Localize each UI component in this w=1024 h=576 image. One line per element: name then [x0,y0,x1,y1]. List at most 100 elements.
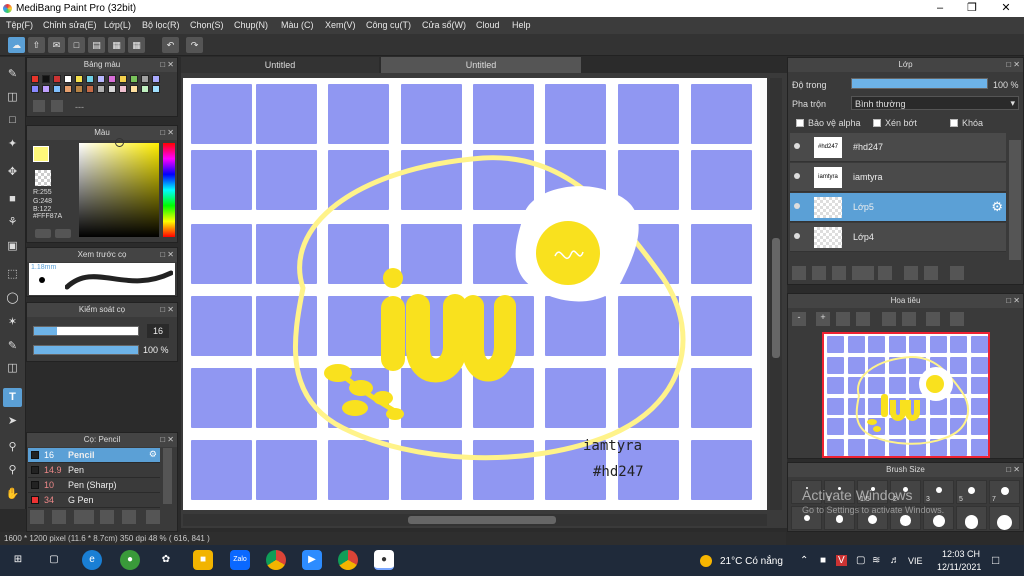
language-indicator[interactable]: VIE [908,556,923,566]
menu-select[interactable]: Chọn(S) [190,20,224,30]
eyedropper-tool-icon-2[interactable]: ⚲ [3,461,22,480]
brush-size-slider[interactable] [33,326,139,336]
page-icon[interactable]: □ [68,37,85,53]
wifi-icon[interactable]: ≋ [872,555,880,566]
palette-swatch[interactable] [31,85,39,93]
app-icon-green[interactable]: ● [120,550,140,570]
panel-close-icon[interactable]: □ ✕ [160,433,174,447]
document-icon[interactable]: ▤ [88,37,105,53]
clipping-checkbox[interactable] [873,119,881,127]
operation-tool-icon[interactable]: ➤ [3,412,22,431]
panel-close-icon[interactable]: □ ✕ [160,248,174,262]
color-saturation-box[interactable] [79,143,159,237]
palette-swatch[interactable] [152,75,160,83]
tray-display-icon[interactable]: ▢ [856,555,865,566]
brush-list-item[interactable]: 16 Pencil ⚙ [28,448,160,463]
fill-rect-tool-icon[interactable]: ■ [3,190,22,209]
palette-swatch[interactable] [86,85,94,93]
file-explorer-icon[interactable]: ■ [193,550,213,570]
layer-list-scrollbar[interactable] [1009,140,1021,260]
visibility-icon[interactable] [794,203,800,209]
brush-size-option[interactable]: 7 [989,480,1020,504]
rotate-left-icon[interactable] [882,312,896,326]
palette-swatch[interactable] [97,75,105,83]
palette-swatch[interactable] [141,85,149,93]
visibility-icon[interactable] [794,143,800,149]
canvas-horizontal-scrollbar[interactable] [183,514,767,526]
add-brush-icon[interactable] [30,510,44,524]
layer-row[interactable]: Lớp4 [790,223,1006,252]
menu-filter[interactable]: Bộ lọc(R) [142,20,180,30]
layer-menu-icon[interactable] [852,266,874,280]
brush-size-option[interactable] [989,506,1020,530]
lock-checkbox[interactable] [950,119,958,127]
clock-time[interactable]: 12:03 CH [942,549,980,559]
brush-opacity-slider[interactable] [33,345,139,355]
color-mode-button[interactable] [35,229,51,238]
blend-mode-select[interactable]: Bình thường ▾ [851,96,1019,110]
cloud-icon[interactable]: ☁ [8,37,25,53]
canvas-paper[interactable]: iamtyra #hd247 [183,78,767,510]
palette-swatch[interactable] [64,75,72,83]
menu-color[interactable]: Màu (C) [281,20,314,30]
eyedropper-tool-icon[interactable]: ⚲ [3,438,22,457]
undo-icon[interactable]: ↶ [162,37,179,53]
menu-tools[interactable]: Công cụ(T) [366,20,411,30]
windows-start-icon[interactable]: ⊞ [8,550,28,570]
menu-edit[interactable]: Chỉnh sửa(E) [43,20,97,30]
weather-text[interactable]: 21°C Có nắng [720,556,783,567]
layer-folder-icon[interactable] [878,266,892,280]
dot-tool-icon[interactable]: ✦ [3,135,22,154]
panel-close-icon[interactable]: □ ✕ [1006,58,1020,72]
maximize-button[interactable]: ❐ [955,0,989,17]
layer-row[interactable]: iamtyra iamtyra [790,163,1006,192]
grid-icon[interactable]: ▦ [128,37,145,53]
menu-window[interactable]: Cửa sổ(W) [422,20,466,30]
panel-close-icon[interactable]: □ ✕ [160,58,174,72]
fit-icon[interactable] [836,312,850,326]
palette-swatch[interactable] [141,75,149,83]
eraser-tool-icon[interactable]: ◫ [3,88,22,107]
flip-icon[interactable] [950,312,964,326]
hue-slider[interactable] [163,143,175,237]
visibility-icon[interactable] [794,233,800,239]
merge-layer-icon[interactable] [924,266,938,280]
volume-icon[interactable]: ♬ [890,555,900,566]
zoom-icon[interactable]: ▶ [302,550,322,570]
clock-date[interactable]: 12/11/2021 [937,562,981,572]
palette-swatch[interactable] [53,75,61,83]
new-brush-icon[interactable] [52,510,66,524]
palette-swatch[interactable] [64,85,72,93]
brush-menu-icon[interactable] [74,510,94,524]
palette-swatch[interactable] [53,85,61,93]
lasso-tool-icon[interactable]: ◯ [3,289,22,308]
panel-close-icon[interactable]: □ ✕ [160,303,174,317]
color-picker-handle[interactable] [115,138,124,147]
reset-rotation-icon[interactable] [902,312,916,326]
brush-list-scrollbar[interactable] [163,448,172,504]
task-view-icon[interactable]: ▢ [44,550,64,570]
chrome-icon[interactable] [266,550,286,570]
palette-swatch[interactable] [97,85,105,93]
gear-icon[interactable]: ⚙ [991,199,1003,215]
navigator-preview[interactable] [822,332,990,458]
panel-close-icon[interactable]: □ ✕ [1006,463,1020,477]
layer-opacity-slider[interactable] [851,78,988,89]
move-tool-icon[interactable]: ✥ [3,163,22,182]
palette-swatch[interactable] [42,75,50,83]
rotate-right-icon[interactable] [926,312,940,326]
zoom-out-icon[interactable]: - [792,312,806,326]
palette-swatch[interactable] [119,75,127,83]
brush-list-item[interactable]: 14.9 Pen [28,463,160,478]
new-palette-icon[interactable] [33,100,45,112]
panel-close-icon[interactable]: □ ✕ [160,126,174,140]
visibility-icon[interactable] [794,173,800,179]
palette-swatch[interactable] [42,85,50,93]
tray-v-icon[interactable]: V [836,555,847,566]
folder-icon[interactable] [100,510,114,524]
palette-swatch[interactable] [86,75,94,83]
palette-swatch[interactable] [75,75,83,83]
select-tool-icon[interactable]: ⬚ [3,265,22,284]
text-tool-icon[interactable]: T [3,388,22,407]
brush-size-option[interactable]: 5 [956,480,987,504]
